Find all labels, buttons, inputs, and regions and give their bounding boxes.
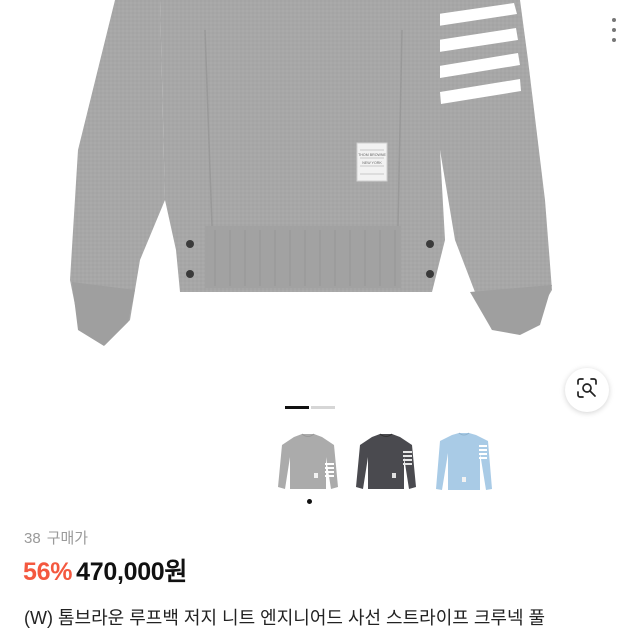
sweater-thumbnail-charcoal <box>356 433 416 489</box>
label-line-2: NEW YORK <box>362 161 382 165</box>
color-options <box>276 423 496 499</box>
sweater-illustration: THOM BROWNE NEW YORK <box>70 0 552 346</box>
purchase-count: 38 <box>24 530 41 547</box>
sale-price: 470,000원 <box>76 558 188 586</box>
lens-search-icon <box>575 376 599 405</box>
purchase-count-label: 구매가 <box>46 530 89 547</box>
price-row: 56% 470,000원 <box>23 552 187 588</box>
label-line-1: THOM BROWNE <box>358 153 386 157</box>
discount-rate: 56% <box>23 558 73 586</box>
lens-search-button[interactable] <box>565 368 609 412</box>
color-option-light-blue[interactable] <box>432 423 496 499</box>
more-vertical-icon[interactable] <box>608 0 620 52</box>
product-main-image[interactable]: THOM BROWNE NEW YORK <box>0 0 620 395</box>
pager-indicator-active[interactable] <box>285 406 309 409</box>
color-option-charcoal[interactable] <box>354 423 418 499</box>
selected-option-dot <box>307 499 312 504</box>
color-option-light-grey[interactable] <box>276 423 340 499</box>
product-title: (W) 톰브라운 루프백 저지 니트 엔지니어드 사선 스트라이프 크루넥 풀 <box>24 608 546 628</box>
sweater-thumbnail-blue <box>436 432 492 490</box>
sweater-thumbnail-grey <box>278 433 338 489</box>
gallery-pager <box>285 406 335 409</box>
brand-label-patch: THOM BROWNE NEW YORK <box>356 142 388 182</box>
pager-indicator[interactable] <box>311 406 335 409</box>
purchase-count-row: 38 구매가 <box>24 527 88 548</box>
